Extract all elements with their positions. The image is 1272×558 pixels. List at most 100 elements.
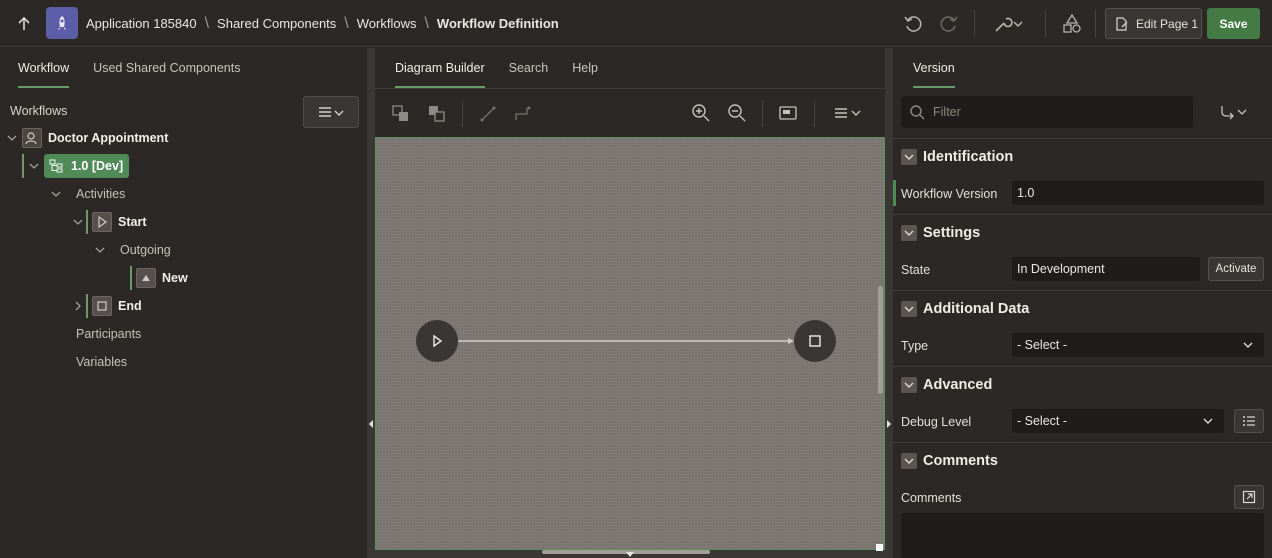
- type-label: Type: [901, 339, 929, 353]
- search-icon: [909, 104, 925, 120]
- chevron-down-icon[interactable]: [72, 216, 84, 228]
- tree-node-start[interactable]: Start: [72, 210, 146, 234]
- list-of-values-button[interactable]: [1234, 409, 1264, 433]
- resize-corner[interactable]: [876, 544, 883, 551]
- tab-search[interactable]: Search: [509, 48, 549, 88]
- chevron-down-icon[interactable]: [6, 132, 18, 144]
- left-tabs: Workflow Used Shared Components: [0, 48, 240, 88]
- workflow-version-label: Workflow Version: [901, 187, 998, 201]
- tree-label-variables: Variables: [76, 355, 128, 369]
- breadcrumb-application[interactable]: Application 185840: [86, 16, 197, 31]
- tree-menu-button[interactable]: [303, 96, 359, 128]
- diagram-menu-icon[interactable]: [833, 103, 863, 123]
- tree-label-new: New: [162, 271, 188, 285]
- straight-link-icon[interactable]: [478, 104, 498, 124]
- left-splitter[interactable]: [367, 48, 375, 558]
- goto-group-icon[interactable]: [1219, 102, 1249, 122]
- bring-forward-icon[interactable]: [391, 104, 411, 124]
- comments-textarea[interactable]: [901, 513, 1264, 558]
- breadcrumb: Application 185840 \ Shared Components \…: [86, 0, 559, 47]
- tree-node-end[interactable]: End: [72, 294, 142, 318]
- start-node[interactable]: [416, 320, 458, 362]
- type-select-value: - Select -: [1017, 338, 1068, 352]
- vertical-scrollbar[interactable]: [878, 286, 883, 394]
- chevron-down-icon[interactable]: [901, 452, 917, 469]
- toolbar-divider: [814, 100, 815, 127]
- zoom-in-icon[interactable]: [691, 103, 711, 123]
- tree-node-doctor-appointment[interactable]: Doctor Appointment: [6, 126, 168, 150]
- breadcrumb-separator: \: [204, 14, 210, 32]
- version-node-selected[interactable]: 1.0 [Dev]: [44, 154, 130, 178]
- tab-workflow[interactable]: Workflow: [18, 48, 70, 88]
- chevron-down-icon[interactable]: [901, 376, 917, 393]
- state-label: State: [901, 263, 931, 277]
- section-title-identification: Identification: [923, 148, 1014, 165]
- tree-node-version[interactable]: 1.0 [Dev]: [28, 154, 130, 178]
- tree-node-outgoing[interactable]: Outgoing: [94, 238, 171, 262]
- zoom-out-icon[interactable]: [727, 103, 747, 123]
- redo-icon[interactable]: [938, 12, 960, 34]
- section-title-additional-data: Additional Data: [923, 300, 1030, 317]
- chevron-down-icon[interactable]: [50, 188, 62, 200]
- tree-label-doctor-appointment: Doctor Appointment: [48, 131, 169, 145]
- activate-button[interactable]: Activate: [1208, 257, 1264, 281]
- filter-input[interactable]: Filter: [901, 96, 1193, 128]
- wrench-icon[interactable]: [992, 13, 1026, 35]
- chevron-down-icon[interactable]: [28, 160, 40, 172]
- diagram-canvas[interactable]: [375, 137, 885, 550]
- tab-diagram-builder[interactable]: Diagram Builder: [395, 48, 485, 88]
- tree-node-participants[interactable]: Participants: [76, 322, 141, 346]
- horizontal-scroll-track: [375, 544, 885, 558]
- section-advanced[interactable]: Advanced: [893, 366, 1272, 402]
- up-arrow-icon[interactable]: [12, 12, 36, 36]
- toolbar-divider: [1095, 10, 1096, 37]
- edit-page-label: Edit Page 1: [1136, 16, 1199, 31]
- section-title-settings: Settings: [923, 224, 981, 241]
- property-editor: Version Filter Identification Workflow V…: [893, 48, 1272, 558]
- expand-down-icon[interactable]: [625, 552, 635, 558]
- expand-editor-button[interactable]: [1234, 485, 1264, 509]
- chevron-down-icon[interactable]: [901, 300, 917, 317]
- chevron-down-icon[interactable]: [94, 244, 106, 256]
- chevron-down-icon[interactable]: [901, 224, 917, 241]
- end-node[interactable]: [794, 320, 836, 362]
- tree-node-variables[interactable]: Variables: [76, 350, 127, 374]
- tree-label-version: 1.0 [Dev]: [71, 159, 124, 173]
- tree-node-new[interactable]: New: [130, 266, 188, 290]
- stop-icon: [808, 334, 822, 348]
- section-identification[interactable]: Identification: [893, 138, 1272, 174]
- workflow-version-field[interactable]: 1.0: [1012, 181, 1264, 205]
- section-title-comments: Comments: [923, 452, 998, 469]
- chevron-down-icon: [1242, 339, 1254, 351]
- right-splitter[interactable]: [885, 48, 893, 558]
- debug-level-select[interactable]: - Select -: [1012, 409, 1224, 433]
- edit-page-button[interactable]: Edit Page 1: [1105, 8, 1202, 39]
- section-settings[interactable]: Settings: [893, 214, 1272, 250]
- workflow-person-icon: [22, 128, 42, 148]
- section-additional-data[interactable]: Additional Data: [893, 290, 1272, 326]
- end-stop-icon: [92, 296, 112, 316]
- send-backward-icon[interactable]: [427, 104, 447, 124]
- tree-label-outgoing: Outgoing: [120, 243, 171, 257]
- undo-icon[interactable]: [902, 12, 924, 34]
- chevron-right-icon[interactable]: [72, 300, 84, 312]
- transition-arrow-icon: [136, 268, 156, 288]
- tab-help[interactable]: Help: [572, 48, 598, 88]
- orthogonal-link-icon[interactable]: [513, 104, 533, 124]
- tree-node-activities[interactable]: Activities: [50, 182, 125, 206]
- section-comments[interactable]: Comments: [893, 442, 1272, 478]
- fit-view-icon[interactable]: [778, 103, 798, 123]
- breadcrumb-workflows[interactable]: Workflows: [357, 16, 417, 31]
- breadcrumb-separator: \: [344, 14, 349, 32]
- type-select[interactable]: - Select -: [1012, 333, 1264, 357]
- shapes-icon[interactable]: [1061, 13, 1083, 35]
- breadcrumb-separator: \: [424, 14, 429, 32]
- changed-indicator: [893, 180, 896, 206]
- breadcrumb-shared-components[interactable]: Shared Components: [217, 16, 336, 31]
- tab-version[interactable]: Version: [913, 48, 955, 88]
- tab-used-shared-components[interactable]: Used Shared Components: [93, 48, 240, 88]
- chevron-down-icon[interactable]: [901, 148, 917, 165]
- save-button[interactable]: Save: [1207, 8, 1260, 39]
- toolbar-divider: [462, 100, 463, 127]
- app-icon[interactable]: [46, 7, 78, 39]
